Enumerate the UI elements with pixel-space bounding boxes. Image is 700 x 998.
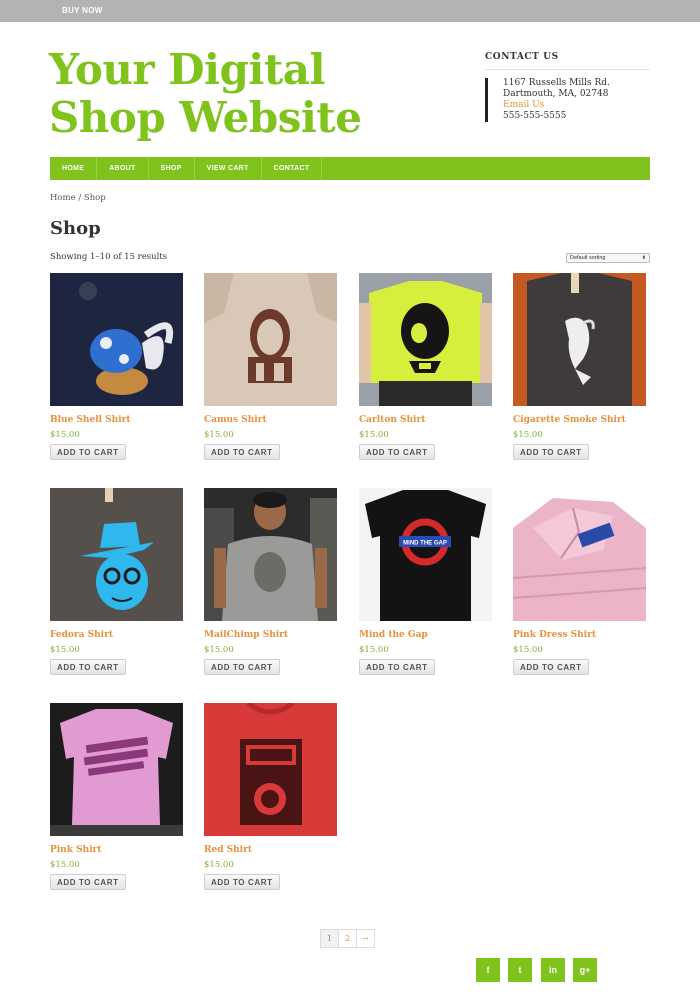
product-card: Fedora Shirt $15.00 ADD TO CART bbox=[50, 488, 183, 675]
product-price: $15.00 bbox=[50, 860, 80, 870]
page-1-current: 1 bbox=[320, 929, 339, 948]
nav-contact[interactable]: CONTACT bbox=[262, 157, 323, 180]
add-to-cart-button[interactable]: ADD TO CART bbox=[204, 444, 280, 460]
product-card: Pink Dress Shirt $15.00 ADD TO CART bbox=[513, 488, 646, 675]
result-count: Showing 1–10 of 15 results bbox=[50, 252, 168, 262]
sort-select-value: Default sorting bbox=[570, 255, 606, 261]
product-name[interactable]: Carlton Shirt bbox=[359, 415, 492, 425]
product-name[interactable]: Pink Dress Shirt bbox=[513, 630, 646, 640]
buy-now-link[interactable]: BUY NOW bbox=[62, 6, 103, 15]
product-image-pink-dress[interactable] bbox=[513, 488, 646, 621]
contact-divider bbox=[485, 69, 650, 70]
contact-address-line2: Dartmouth, MA, 02748 bbox=[503, 89, 609, 99]
product-name[interactable]: Cigarette Smoke Shirt bbox=[513, 415, 646, 425]
contact-heading: CONTACT US bbox=[485, 52, 559, 62]
svg-text:MIND THE GAP: MIND THE GAP bbox=[403, 541, 447, 547]
product-image-carlton[interactable] bbox=[359, 273, 492, 406]
nav-about[interactable]: ABOUT bbox=[97, 157, 149, 180]
product-name[interactable]: Pink Shirt bbox=[50, 845, 183, 855]
nav-view-cart[interactable]: VIEW CART bbox=[195, 157, 262, 180]
sort-caret-icon: ⬍ bbox=[641, 255, 646, 261]
twitter-icon[interactable]: t bbox=[508, 958, 532, 982]
add-to-cart-button[interactable]: ADD TO CART bbox=[50, 659, 126, 675]
product-price: $15.00 bbox=[50, 430, 80, 440]
add-to-cart-button[interactable]: ADD TO CART bbox=[513, 659, 589, 675]
sort-select[interactable]: Default sorting ⬍ bbox=[566, 253, 650, 263]
product-image-mailchimp[interactable] bbox=[204, 488, 337, 621]
contact-block: 1167 Russells Mills Rd. Dartmouth, MA, 0… bbox=[485, 78, 610, 122]
page-2-link[interactable]: 2 bbox=[338, 929, 357, 948]
main-nav: HOME ABOUT SHOP VIEW CART CONTACT bbox=[50, 157, 650, 180]
add-to-cart-button[interactable]: ADD TO CART bbox=[513, 444, 589, 460]
contact-email-link[interactable]: Email Us bbox=[503, 100, 610, 111]
nav-shop[interactable]: SHOP bbox=[149, 157, 195, 180]
product-name[interactable]: Fedora Shirt bbox=[50, 630, 183, 640]
facebook-icon[interactable]: f bbox=[476, 958, 500, 982]
add-to-cart-button[interactable]: ADD TO CART bbox=[359, 659, 435, 675]
product-image-red[interactable] bbox=[204, 703, 337, 836]
product-card: Pink Shirt $15.00 ADD TO CART bbox=[50, 703, 183, 890]
add-to-cart-button[interactable]: ADD TO CART bbox=[204, 874, 280, 890]
product-price: $15.00 bbox=[359, 430, 389, 440]
product-price: $15.00 bbox=[204, 645, 234, 655]
product-image-blue-shell[interactable] bbox=[50, 273, 183, 406]
product-card: Cigarette Smoke Shirt $15.00 ADD TO CART bbox=[513, 273, 646, 460]
product-card: Carlton Shirt $15.00 ADD TO CART bbox=[359, 273, 492, 460]
add-to-cart-button[interactable]: ADD TO CART bbox=[359, 444, 435, 460]
linkedin-icon[interactable]: in bbox=[541, 958, 565, 982]
contact-phone: 555-555-5555 bbox=[503, 111, 567, 121]
site-title[interactable]: Your Digital Shop Website bbox=[49, 46, 449, 142]
nav-home[interactable]: HOME bbox=[50, 157, 98, 180]
product-image-camus[interactable] bbox=[204, 273, 337, 406]
product-price: $15.00 bbox=[50, 645, 80, 655]
product-card: MIND THE GAP Mind the Gap $15.00 ADD TO … bbox=[359, 488, 492, 675]
product-image-mind-the-gap[interactable]: MIND THE GAP bbox=[359, 488, 492, 621]
breadcrumb: Home / Shop bbox=[50, 193, 106, 203]
product-price: $15.00 bbox=[513, 430, 543, 440]
product-name[interactable]: Red Shirt bbox=[204, 845, 337, 855]
product-price: $15.00 bbox=[204, 430, 234, 440]
product-image-fedora[interactable] bbox=[50, 488, 183, 621]
product-card: Blue Shell Shirt $15.00 ADD TO CART bbox=[50, 273, 183, 460]
product-card: Camus Shirt $15.00 ADD TO CART bbox=[204, 273, 337, 460]
product-card: MailChimp Shirt $15.00 ADD TO CART bbox=[204, 488, 337, 675]
contact-address-line1: 1167 Russells Mills Rd. bbox=[503, 78, 610, 88]
product-name[interactable]: MailChimp Shirt bbox=[204, 630, 337, 640]
page-title: Shop bbox=[50, 218, 101, 239]
product-card: Red Shirt $15.00 ADD TO CART bbox=[204, 703, 337, 890]
product-price: $15.00 bbox=[204, 860, 234, 870]
next-page-arrow-icon[interactable]: → bbox=[356, 929, 375, 948]
product-price: $15.00 bbox=[513, 645, 543, 655]
product-name[interactable]: Mind the Gap bbox=[359, 630, 492, 640]
add-to-cart-button[interactable]: ADD TO CART bbox=[204, 659, 280, 675]
product-image-pink[interactable] bbox=[50, 703, 183, 836]
add-to-cart-button[interactable]: ADD TO CART bbox=[50, 874, 126, 890]
product-name[interactable]: Blue Shell Shirt bbox=[50, 415, 183, 425]
pagination: 1 2 → bbox=[320, 929, 375, 948]
product-image-cigarette-smoke[interactable] bbox=[513, 273, 646, 406]
google-plus-icon[interactable]: g+ bbox=[573, 958, 597, 982]
product-price: $15.00 bbox=[359, 645, 389, 655]
add-to-cart-button[interactable]: ADD TO CART bbox=[50, 444, 126, 460]
product-name[interactable]: Camus Shirt bbox=[204, 415, 337, 425]
top-bar: BUY NOW bbox=[0, 0, 700, 22]
